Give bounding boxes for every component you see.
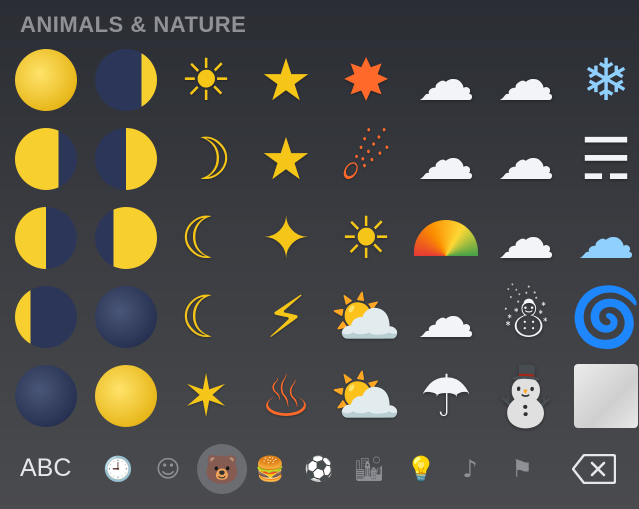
emoji-cell[interactable]: ☴ — [566, 119, 639, 198]
cloud-icon: ☁ — [417, 282, 475, 351]
snowflake-icon: ❄ — [581, 45, 631, 114]
emoji-cell[interactable]: ☁ — [406, 40, 486, 119]
snowman-icon: ☃ — [500, 282, 552, 351]
waning-crescent-moon-icon — [15, 285, 77, 348]
emoji-cell[interactable] — [86, 119, 166, 198]
emoji-cell[interactable]: ☾ — [166, 198, 246, 277]
cloud-with-lightning-and-rain-icon: ☁ — [497, 45, 555, 114]
emoji-cell[interactable]: ☂ — [406, 356, 486, 435]
soccer-ball-icon[interactable]: ⚽ — [302, 452, 336, 486]
emoji-cell[interactable]: ☃ — [486, 277, 566, 356]
new-moon-icon — [15, 364, 77, 427]
fog-icon — [574, 363, 638, 428]
cloud-with-lightning-icon: ☁ — [497, 124, 555, 193]
comet-icon: ☄ — [340, 124, 392, 193]
emoji-cell[interactable]: ☀ — [166, 40, 246, 119]
lightbulb-icon[interactable]: 💡 — [404, 452, 438, 486]
symbols-icon[interactable]: ♪ — [453, 452, 487, 486]
emoji-cell[interactable] — [6, 356, 86, 435]
delete-icon[interactable] — [572, 454, 616, 484]
clock-icon[interactable]: 🕘 — [101, 452, 135, 486]
collision-icon: ✸ — [341, 45, 391, 114]
emoji-cell[interactable] — [406, 198, 486, 277]
rainbow-icon — [414, 219, 478, 256]
emoji-cell[interactable]: 🌀 — [566, 277, 639, 356]
dizzy-icon: ✶ — [181, 361, 231, 430]
emoji-cell[interactable]: ★ — [246, 40, 326, 119]
sun-behind-large-cloud-icon: ⛅ — [329, 361, 403, 430]
emoji-cell[interactable]: ☄ — [326, 119, 406, 198]
emoji-cell[interactable]: ⛄ — [486, 356, 566, 435]
emoji-keyboard: ANIMALS & NATURE ☀ ★ ✸ ☁ ☁ ❄ ☽ ★ ☄ ☁ ☁ ☴ ☾ ✦ ☀ ☁ ☁ ☾ ⚡ ⛅ ☁ ☃ 🌀… — [0, 0, 639, 509]
emoji-cell[interactable] — [6, 198, 86, 277]
sun-behind-small-cloud-icon: ⛅ — [329, 282, 403, 351]
sun-with-face-icon: ☀ — [180, 45, 232, 114]
emoji-cell[interactable]: ☁ — [406, 119, 486, 198]
emoji-cell[interactable]: ♨ — [246, 356, 326, 435]
emoji-cell[interactable]: ✸ — [326, 40, 406, 119]
emoji-cell[interactable]: ⛅ — [326, 277, 406, 356]
tornado-icon: 🌀 — [569, 282, 639, 351]
sun-icon: ☀ — [340, 203, 392, 272]
smiley-icon[interactable]: ☺ — [151, 452, 185, 486]
sparkles-icon: ✦ — [261, 203, 311, 272]
emoji-cell[interactable] — [6, 119, 86, 198]
emoji-cell[interactable]: ★ — [246, 119, 326, 198]
new-moon-face-icon — [95, 285, 157, 348]
emoji-cell[interactable] — [86, 198, 166, 277]
waxing-crescent-moon-icon — [95, 48, 157, 111]
emoji-cell[interactable]: ⛅ — [326, 356, 406, 435]
crescent-moon-icon: ☾ — [180, 282, 232, 351]
crescent-moon-face-icon: ☽ — [180, 124, 232, 193]
emoji-cell[interactable]: ✦ — [246, 198, 326, 277]
wind-face-icon: ☴ — [580, 124, 632, 193]
flag-icon[interactable]: ⚑ — [505, 452, 539, 486]
cloud-with-snow-icon: ☁ — [497, 203, 555, 272]
full-moon-face-icon — [95, 364, 157, 427]
emoji-cell[interactable]: ☁ — [486, 119, 566, 198]
emoji-cell[interactable] — [86, 277, 166, 356]
emoji-cell[interactable]: ☁ — [486, 40, 566, 119]
food-icon[interactable]: 🍔 — [253, 452, 287, 486]
waxing-gibbous-moon-icon — [95, 206, 157, 269]
emoji-cell[interactable] — [6, 40, 86, 119]
emoji-cell[interactable]: ☁ — [486, 198, 566, 277]
emoji-cell[interactable]: ☾ — [166, 277, 246, 356]
dashing-away-icon: ☁ — [577, 203, 635, 272]
buildings-car-icon[interactable]: 🏙 — [352, 452, 386, 486]
emoji-cell[interactable]: ✶ — [166, 356, 246, 435]
last-quarter-moon-face-icon: ☾ — [180, 203, 232, 272]
bear-icon[interactable]: 🐻 — [197, 444, 247, 494]
star-icon: ★ — [260, 45, 312, 114]
emoji-grid: ☀ ★ ✸ ☁ ☁ ❄ ☽ ★ ☄ ☁ ☁ ☴ ☾ ✦ ☀ ☁ ☁ ☾ ⚡ ⛅ ☁ ☃ 🌀 ✶ ♨ ⛅ ☂ ⛄ — [6, 40, 639, 435]
emoji-cell[interactable] — [6, 277, 86, 356]
emoji-cell[interactable]: ❄ — [566, 40, 639, 119]
sun-behind-rain-cloud-icon: ☁ — [417, 124, 475, 193]
emoji-cell[interactable]: ☽ — [166, 119, 246, 198]
high-voltage-icon: ⚡ — [265, 282, 307, 351]
cloud-with-rain-icon: ☂ — [420, 361, 472, 430]
emoji-cell[interactable]: ⚡ — [246, 277, 326, 356]
category-bar: ABC 🕘 ☺ 🐻 🍔 ⚽ 🏙 💡 ♪ ⚑ — [0, 436, 639, 509]
emoji-cell[interactable] — [86, 356, 166, 435]
emoji-cell[interactable]: ☁ — [406, 277, 486, 356]
emoji-cell[interactable] — [86, 40, 166, 119]
emoji-cell[interactable] — [566, 356, 639, 435]
snowman-without-snow-icon: ⛄ — [489, 361, 563, 430]
full-moon-icon — [15, 48, 77, 111]
emoji-cell[interactable]: ☁ — [566, 198, 639, 277]
last-quarter-moon-icon — [15, 206, 77, 269]
abc-button[interactable]: ABC — [20, 454, 71, 483]
fire-icon: ♨ — [260, 361, 312, 430]
waning-gibbous-moon-icon — [15, 127, 77, 190]
sun-behind-cloud-icon: ☁ — [417, 45, 475, 114]
glowing-star-icon: ★ — [260, 124, 312, 193]
emoji-cell[interactable]: ☀ — [326, 198, 406, 277]
first-quarter-moon-icon — [95, 127, 157, 190]
section-title: ANIMALS & NATURE — [20, 12, 247, 37]
